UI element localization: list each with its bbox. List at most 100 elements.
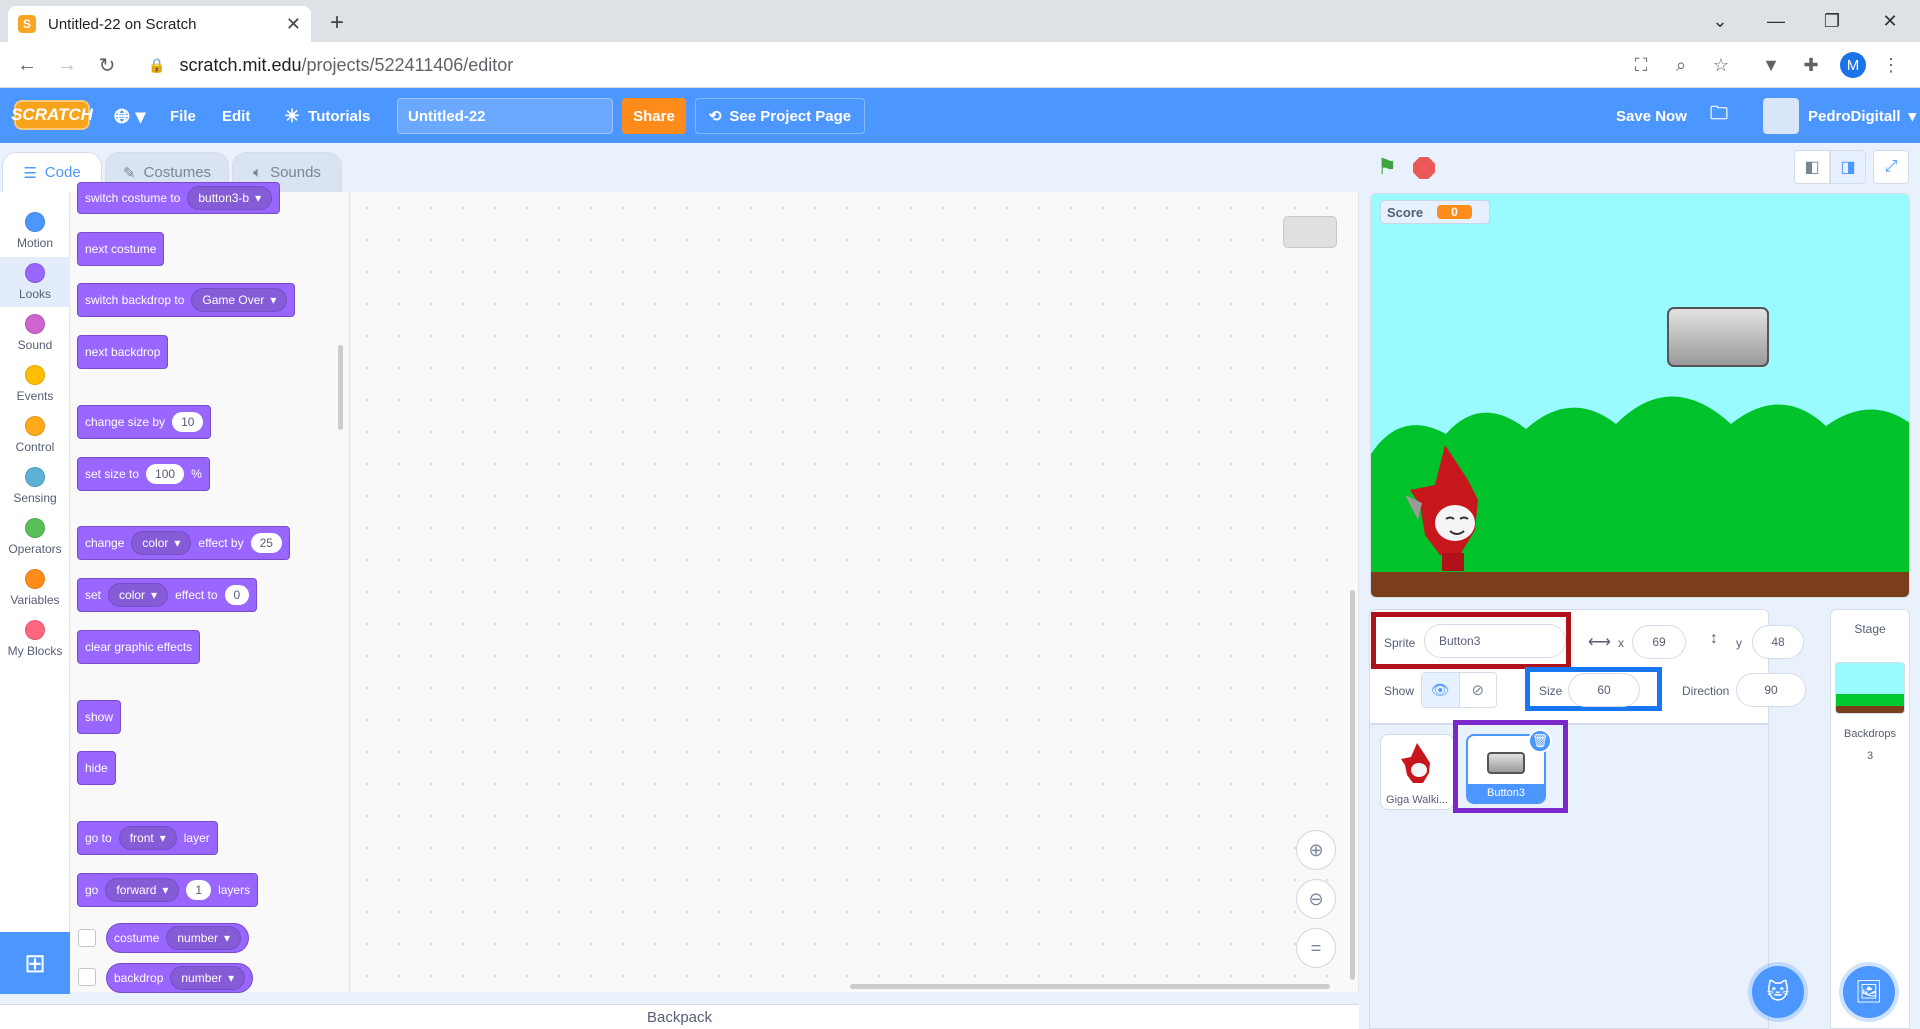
costume-prop-dropdown[interactable]: number ▾	[166, 926, 242, 950]
size-change-input[interactable]: 10	[172, 412, 204, 432]
language-globe-icon[interactable]: 🌐︎ ▾	[114, 100, 146, 132]
category-variables[interactable]: Variables	[0, 563, 70, 613]
effect-dropdown[interactable]: color ▾	[131, 531, 192, 555]
layer-dropdown[interactable]: front ▾	[118, 826, 177, 850]
choose-sprite-icon[interactable]: 🐱︎	[1752, 966, 1804, 1018]
backdrop-checkbox[interactable]	[78, 968, 96, 986]
normal-stage-icon[interactable]: ◨	[1830, 150, 1866, 184]
costume-dropdown[interactable]: button3-b ▾	[187, 186, 273, 210]
size-input[interactable]: 60	[1568, 673, 1640, 707]
scratch-logo[interactable]: SCRATCH	[11, 100, 93, 130]
small-stage-icon[interactable]: ◧	[1794, 150, 1830, 184]
block-next-backdrop[interactable]: next backdrop	[77, 335, 169, 369]
y-input[interactable]: 48	[1752, 625, 1804, 659]
zoom-in-icon[interactable]: ⊕	[1296, 830, 1336, 870]
hide-sprite-icon[interactable]: ⊘	[1460, 673, 1497, 707]
category-operators[interactable]: Operators	[0, 512, 70, 562]
block-clear-graphic-effects[interactable]: clear graphic effects	[77, 630, 201, 664]
stage-thumbnail[interactable]	[1835, 662, 1905, 714]
backpack-bar[interactable]: Backpack	[0, 1004, 1359, 1029]
dropdown-value: button3-b	[198, 191, 250, 205]
user-avatar[interactable]	[1763, 98, 1799, 134]
block-backdrop-reporter[interactable]: backdrop number ▾	[106, 963, 254, 993]
file-menu[interactable]: File	[170, 100, 196, 132]
browser-tab[interactable]: S Untitled-22 on Scratch ✕	[8, 6, 311, 42]
tab-search-icon[interactable]: ⌄	[1700, 8, 1740, 34]
green-flag-icon[interactable]: ⚑	[1374, 154, 1400, 180]
palette-scrollbar[interactable]	[338, 345, 343, 430]
address-bar[interactable]: 🔒 scratch.mit.edu/projects/522411406/edi…	[138, 49, 1738, 81]
block-go-to-layer[interactable]: go to front ▾ layer	[77, 821, 218, 855]
sprite-name-input[interactable]: Button3	[1424, 624, 1566, 658]
bookmark-star-icon[interactable]: ☆	[1708, 52, 1734, 78]
x-input[interactable]: 69	[1632, 625, 1686, 659]
zoom-icon[interactable]: ⌕	[1668, 52, 1694, 78]
project-title-input[interactable]: Untitled-22	[397, 98, 613, 134]
workspace-horizontal-scrollbar[interactable]	[850, 984, 1330, 989]
block-switch-backdrop[interactable]: switch backdrop to Game Over ▾	[77, 283, 296, 317]
costume-checkbox[interactable]	[78, 929, 96, 947]
block-next-costume[interactable]: next costume	[77, 232, 165, 266]
my-stuff-folder-icon[interactable]: 🗀	[1710, 100, 1728, 132]
backdrop-dropdown[interactable]: Game Over ▾	[191, 288, 288, 312]
effect-dropdown[interactable]: color ▾	[108, 583, 169, 607]
forward-icon[interactable]: →	[52, 50, 82, 80]
block-hide[interactable]: hide	[77, 751, 116, 785]
minimize-button[interactable]: —	[1756, 8, 1796, 34]
translate-icon[interactable]: ⛶	[1628, 52, 1654, 78]
block-switch-costume[interactable]: switch costume to button3-b ▾	[77, 182, 281, 214]
browser-menu-icon[interactable]: ⋮	[1878, 52, 1904, 78]
back-icon[interactable]: ←	[12, 50, 42, 80]
category-motion[interactable]: Motion	[0, 206, 70, 256]
puzzle-extensions-icon[interactable]: ✚	[1798, 52, 1824, 78]
block-show[interactable]: show	[77, 700, 122, 734]
new-tab-button[interactable]: +	[322, 8, 352, 38]
see-project-page-button[interactable]: ⟲ See Project Page	[695, 98, 865, 134]
category-sound[interactable]: Sound	[0, 308, 70, 358]
block-change-size[interactable]: change size by 10	[77, 405, 212, 439]
category-dot-icon	[25, 620, 45, 640]
button3-sprite[interactable]	[1667, 307, 1769, 367]
reload-icon[interactable]: ↻	[92, 50, 122, 80]
zoom-out-icon[interactable]: ⊖	[1296, 879, 1336, 919]
fullscreen-icon[interactable]: ⤢	[1873, 150, 1909, 184]
show-visible-icon[interactable]: 👁︎	[1422, 673, 1460, 707]
workspace-vertical-scrollbar[interactable]	[1350, 590, 1355, 980]
save-now-button[interactable]: Save Now	[1616, 100, 1687, 132]
tutorials-button[interactable]: ☀ Tutorials	[284, 100, 370, 132]
category-looks[interactable]: Looks	[0, 257, 70, 307]
direction-label: Direction	[1682, 684, 1730, 698]
block-costume-reporter[interactable]: costume number ▾	[106, 923, 250, 953]
category-control[interactable]: Control	[0, 410, 70, 460]
delete-sprite-icon[interactable]: 🗑︎	[1528, 729, 1552, 753]
restore-button[interactable]: ❐	[1812, 8, 1852, 34]
block-change-effect[interactable]: change color ▾ effect by 25	[77, 526, 290, 560]
score-monitor[interactable]: Score 0	[1380, 200, 1490, 224]
size-set-input[interactable]: 100	[146, 464, 185, 484]
extension-icon[interactable]: ▼	[1758, 52, 1784, 78]
category-sensing[interactable]: Sensing	[0, 461, 70, 511]
zoom-reset-icon[interactable]: =	[1296, 928, 1336, 968]
block-go-layers[interactable]: go forward ▾ 1 layers	[77, 873, 259, 907]
category-events[interactable]: Events	[0, 359, 70, 409]
layers-input[interactable]: 1	[186, 880, 212, 900]
edit-menu[interactable]: Edit	[222, 100, 250, 132]
script-workspace[interactable]	[351, 192, 1359, 992]
add-extension-button[interactable]: ⊞	[0, 932, 70, 994]
block-set-size[interactable]: set size to 100 %	[77, 457, 210, 491]
direction-dropdown[interactable]: forward ▾	[105, 878, 180, 902]
choose-backdrop-icon[interactable]: 🖼︎	[1843, 966, 1895, 1018]
backdrop-prop-dropdown[interactable]: number ▾	[170, 966, 246, 990]
profile-avatar[interactable]: M	[1840, 52, 1866, 78]
effect-change-input[interactable]: 25	[250, 533, 282, 553]
username-menu[interactable]: PedroDigitall ▾	[1808, 100, 1916, 132]
direction-input[interactable]: 90	[1736, 673, 1806, 707]
stop-icon[interactable]	[1413, 157, 1435, 179]
sprite-tile-giga[interactable]: Giga Walki...	[1380, 734, 1454, 810]
block-set-effect[interactable]: set color ▾ effect to 0	[77, 578, 258, 612]
category-my-blocks[interactable]: My Blocks	[0, 614, 70, 664]
effect-set-input[interactable]: 0	[224, 585, 250, 605]
close-tab-icon[interactable]: ✕	[286, 14, 301, 35]
share-button[interactable]: Share	[622, 98, 686, 134]
close-window-button[interactable]: ✕	[1870, 8, 1910, 34]
